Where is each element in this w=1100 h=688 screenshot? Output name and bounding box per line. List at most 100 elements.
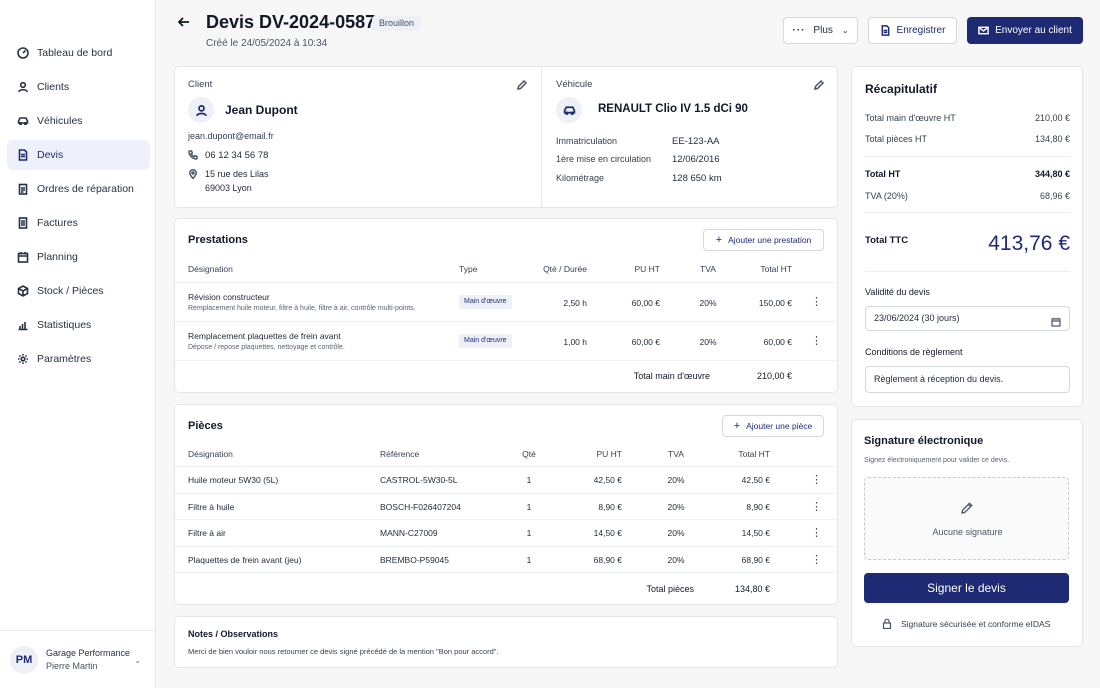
- part-name: Filtre à huile: [188, 502, 235, 512]
- client-address-line1: 15 rue des Lilas: [205, 169, 269, 179]
- payment-label: Conditions de règlement: [865, 347, 963, 357]
- chart-icon: [17, 319, 29, 331]
- clipboard-icon: [17, 183, 29, 195]
- row-menu-icon[interactable]: ⋮: [811, 334, 822, 347]
- part-ref: MANN-C27009: [380, 528, 438, 538]
- service-name: Remplacement plaquettes de frein avant: [188, 331, 341, 341]
- plus-icon: +: [715, 234, 723, 246]
- row-menu-icon[interactable]: ⋮: [811, 473, 822, 486]
- row-divider: [175, 572, 837, 573]
- mileage-label: Kilométrage: [556, 173, 605, 183]
- sidebar-item-statistics[interactable]: Statistiques: [7, 310, 150, 340]
- part-pu: 8,90 €: [598, 502, 622, 512]
- sidebar-item-clients[interactable]: Clients: [7, 72, 150, 102]
- sidebar-item-dashboard[interactable]: Tableau de bord: [7, 38, 150, 68]
- calendar-icon: [17, 251, 29, 263]
- part-qty: 1: [526, 502, 532, 512]
- user-menu[interactable]: PM Garage Performance Pierre Martin ⌄: [0, 630, 155, 688]
- vehicle-name: RENAULT Clio IV 1.5 dCi 90: [598, 103, 748, 115]
- divider: [865, 156, 1070, 157]
- part-tva: 20%: [667, 502, 685, 512]
- sidebar-item-planning[interactable]: Planning: [7, 242, 150, 272]
- service-total: 150,00 €: [758, 298, 792, 308]
- part-ref: BOSCH-F026407204: [380, 502, 461, 512]
- divider: [865, 271, 1070, 272]
- part-tva: 20%: [667, 475, 685, 485]
- part-name: Plaquettes de frein avant (jeu): [188, 555, 302, 565]
- box-icon: [17, 285, 29, 297]
- summary-ht-row: Total HT 344,80 €: [865, 169, 1070, 179]
- type-badge: Main d'œuvre: [459, 295, 512, 309]
- sidebar-nav: Tableau de bord Clients Véhicules Devis …: [7, 38, 150, 378]
- col-pu: PU HT: [596, 449, 623, 459]
- sidebar-item-vehicles[interactable]: Véhicules: [7, 106, 150, 136]
- summary-ttc-value: 413,76 €: [988, 232, 1070, 255]
- created-date: Créé le 24/05/2024 à 10:34: [206, 38, 328, 49]
- prestations-title: Prestations: [188, 234, 248, 246]
- row-divider: [175, 493, 837, 494]
- signature-pad[interactable]: Aucune signature: [864, 477, 1069, 560]
- sidebar-item-settings[interactable]: Paramètres: [7, 344, 150, 374]
- part-total: 14,50 €: [741, 528, 770, 538]
- part-ref: BREMBO-P59045: [380, 555, 449, 565]
- sidebar-item-label: Paramètres: [37, 353, 92, 365]
- plus-icon: +: [733, 420, 741, 432]
- sidebar-item-stock[interactable]: Stock / Pièces: [7, 276, 150, 306]
- mileage-value: 128 650 km: [672, 173, 722, 184]
- summary-labor-label: Total main d'œuvre HT: [865, 113, 956, 123]
- sidebar-item-repair-orders[interactable]: Ordres de réparation: [7, 174, 150, 204]
- save-button[interactable]: Enregistrer: [868, 17, 957, 44]
- sidebar-item-label: Tableau de bord: [37, 47, 113, 59]
- sidebar-item-invoices[interactable]: Factures: [7, 208, 150, 238]
- validity-date-field[interactable]: 23/06/2024 (30 jours): [865, 306, 1070, 331]
- phone-icon: [188, 150, 199, 161]
- sidebar-item-label: Stock / Pièces: [37, 285, 104, 297]
- sidebar-item-label: Clients: [37, 81, 70, 93]
- send-to-client-button[interactable]: Envoyer au client: [967, 17, 1083, 44]
- row-menu-icon[interactable]: ⋮: [811, 295, 822, 308]
- part-ref: CASTROL-5W30-5L: [380, 475, 458, 485]
- chevron-down-icon: ⌄: [841, 26, 849, 35]
- plate-label: Immatriculation: [556, 136, 618, 146]
- plate-value: EE-123-AA: [672, 136, 720, 147]
- summary-labor-value: 210,00 €: [1034, 113, 1070, 123]
- lock-icon: [882, 618, 892, 630]
- part-pu: 14,50 €: [593, 528, 622, 538]
- col-pu: PU HT: [634, 264, 661, 274]
- client-name: Jean Dupont: [225, 103, 298, 117]
- part-name: Huile moteur 5W30 (5L): [188, 475, 279, 485]
- summary-ht-value: 344,80 €: [1034, 169, 1070, 179]
- col-qty: Qté: [522, 449, 536, 459]
- mail-icon: [978, 26, 989, 35]
- summary-parts-value: 134,80 €: [1034, 134, 1070, 144]
- page-title: Devis DV-2024-0587: [206, 12, 376, 32]
- edit-client-icon[interactable]: [516, 79, 528, 91]
- part-qty: 1: [526, 475, 532, 485]
- row-menu-icon[interactable]: ⋮: [811, 553, 822, 566]
- summary-parts-row: Total pièces HT 134,80 €: [865, 134, 1070, 144]
- sidebar-item-label: Devis: [37, 149, 64, 161]
- divider: [541, 67, 542, 207]
- row-menu-icon[interactable]: ⋮: [811, 500, 822, 513]
- labor-total-value: 210,00 €: [756, 371, 792, 381]
- sign-quote-button[interactable]: Signer le devis: [864, 573, 1069, 603]
- service-qty: 1,00 h: [563, 337, 587, 347]
- back-arrow-icon[interactable]: [176, 14, 192, 30]
- summary-parts-label: Total pièces HT: [865, 134, 928, 144]
- dashboard-icon: [17, 47, 29, 59]
- row-menu-icon[interactable]: ⋮: [811, 526, 822, 539]
- more-button[interactable]: ··· Plus ⌄: [783, 17, 858, 44]
- sidebar-item-quotes[interactable]: Devis: [7, 140, 150, 170]
- parts-total-label: Total pièces: [646, 584, 694, 594]
- part-tva: 20%: [667, 528, 685, 538]
- summary-labor-row: Total main d'œuvre HT 210,00 €: [865, 113, 1070, 123]
- more-label: Plus: [813, 25, 833, 36]
- service-tva: 20%: [699, 337, 717, 347]
- service-pu: 60,00 €: [631, 298, 660, 308]
- payment-terms-field[interactable]: Règlement à réception du devis.: [865, 366, 1070, 393]
- add-part-button[interactable]: + Ajouter une pièce: [722, 415, 824, 437]
- summary-tva-row: TVA (20%) 68,96 €: [865, 191, 1070, 201]
- add-service-button[interactable]: + Ajouter une prestation: [703, 229, 824, 251]
- edit-vehicle-icon[interactable]: [813, 79, 825, 91]
- row-divider: [175, 466, 837, 467]
